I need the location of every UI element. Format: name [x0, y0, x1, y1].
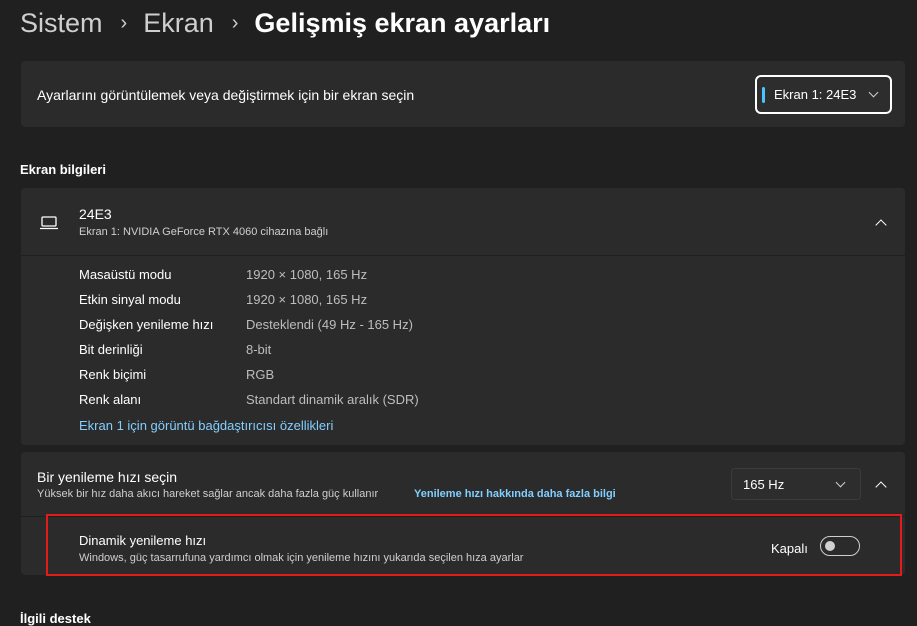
section-title-related-support: İlgili destek — [20, 611, 91, 626]
laptop-icon — [40, 216, 58, 230]
info-label: Değişken yenileme hızı — [79, 317, 214, 332]
chevron-down-icon — [868, 87, 879, 98]
info-label: Masaüstü modu — [79, 267, 172, 282]
display-select-label: Ayarlarını görüntülemek veya değiştirmek… — [37, 87, 415, 103]
info-value: Standart dinamik aralık (SDR) — [246, 392, 419, 407]
chevron-up-icon — [875, 480, 887, 493]
monitor-name: 24E3 — [79, 206, 112, 222]
info-label: Renk biçimi — [79, 367, 147, 382]
refresh-rate-title: Bir yenileme hızı seçin — [37, 469, 178, 485]
info-label: Etkin sinyal modu — [79, 292, 181, 307]
selection-indicator — [762, 86, 765, 103]
info-value: Desteklendi (49 Hz - 165 Hz) — [246, 317, 413, 332]
collapse-button[interactable] — [866, 469, 896, 499]
chevron-up-icon — [875, 218, 887, 231]
info-value: 1920 × 1080, 165 Hz — [246, 267, 368, 282]
page-title: Gelişmiş ekran ayarları — [254, 7, 551, 38]
refresh-rate-value: 165 Hz — [743, 476, 785, 492]
info-value: 8-bit — [246, 342, 272, 357]
display-info-details — [21, 256, 905, 445]
highlight-frame — [46, 514, 902, 576]
info-label: Bit derinliği — [79, 342, 143, 357]
info-label: Renk alanı — [79, 392, 142, 407]
refresh-rate-description: Yüksek bir hız daha akıcı hareket sağlar… — [37, 488, 379, 500]
section-title-display-info: Ekran bilgileri — [20, 162, 106, 177]
info-value: 1920 × 1080, 165 Hz — [246, 292, 368, 307]
chevron-down-icon — [835, 477, 846, 487]
refresh-rate-dropdown[interactable]: 165 Hz — [731, 468, 861, 500]
adapter-properties-link[interactable]: Ekran 1 için görüntü bağdaştırıcısı özel… — [79, 418, 333, 433]
display-select-value: Ekran 1: 24E3 — [774, 87, 857, 102]
monitor-description: Ekran 1: NVIDIA GeForce RTX 4060 cihazın… — [79, 226, 329, 238]
chevron-right-icon: › — [231, 11, 239, 34]
info-value: RGB — [246, 367, 275, 382]
refresh-rate-learn-more-link[interactable]: Yenileme hızı hakkında daha fazla bilgi — [414, 488, 616, 500]
display-select-dropdown[interactable]: Ekran 1: 24E3 — [755, 75, 892, 114]
breadcrumb-item-sistem[interactable]: Sistem — [20, 8, 103, 39]
breadcrumb-item-ekran[interactable]: Ekran — [143, 8, 214, 39]
breadcrumb: Sistem › Ekran › Gelişmiş ekran ayarları — [20, 6, 550, 40]
chevron-right-icon: › — [120, 11, 128, 34]
display-info-header[interactable]: 24E3 Ekran 1: NVIDIA GeForce RTX 4060 ci… — [21, 188, 905, 255]
collapse-button[interactable] — [866, 207, 896, 237]
